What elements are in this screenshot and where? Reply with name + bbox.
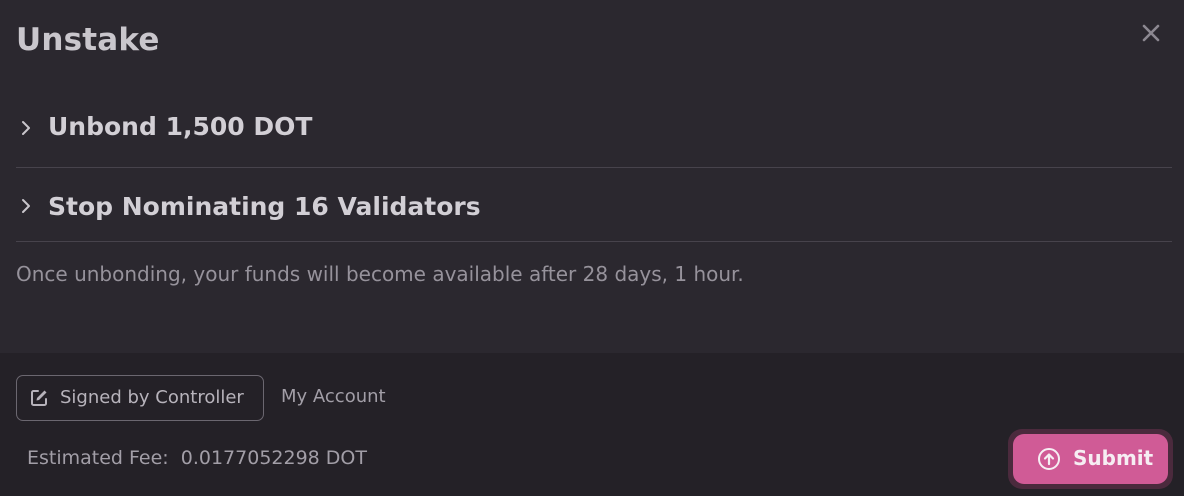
close-icon bbox=[1136, 18, 1166, 48]
estimated-fee: Estimated Fee: 0.0177052298 DOT bbox=[27, 447, 367, 469]
submit-button[interactable]: Submit bbox=[1013, 434, 1168, 484]
signed-by-controller-label: Signed by Controller bbox=[60, 387, 244, 408]
estimated-fee-label: Estimated Fee: bbox=[27, 447, 169, 469]
section-stop-nominating[interactable]: Stop Nominating 16 Validators bbox=[16, 162, 1172, 242]
modal-body: Unstake Unbond 1,500 DOT Stop Nominating… bbox=[0, 0, 1184, 353]
arrow-up-circle-icon bbox=[1037, 447, 1061, 471]
unstake-modal: Unstake Unbond 1,500 DOT Stop Nominating… bbox=[0, 0, 1184, 496]
modal-footer: Signed by Controller My Account Estimate… bbox=[0, 353, 1184, 496]
chevron-right-icon bbox=[16, 196, 36, 216]
estimated-fee-value: 0.0177052298 DOT bbox=[180, 447, 367, 469]
my-account-label[interactable]: My Account bbox=[281, 386, 386, 407]
submit-button-focus-ring: Submit bbox=[1008, 429, 1173, 489]
submit-label: Submit bbox=[1073, 446, 1154, 470]
signed-by-controller-button[interactable]: Signed by Controller bbox=[16, 375, 264, 421]
chevron-right-icon bbox=[16, 118, 36, 138]
close-button[interactable] bbox=[1136, 18, 1166, 48]
section-unbond[interactable]: Unbond 1,500 DOT bbox=[16, 88, 1172, 168]
modal-title: Unstake bbox=[16, 22, 160, 58]
section-unbond-label: Unbond 1,500 DOT bbox=[48, 112, 313, 141]
edit-icon bbox=[29, 388, 49, 408]
unbonding-info-text: Once unbonding, your funds will become a… bbox=[16, 262, 744, 286]
section-stop-nominating-label: Stop Nominating 16 Validators bbox=[48, 192, 481, 221]
